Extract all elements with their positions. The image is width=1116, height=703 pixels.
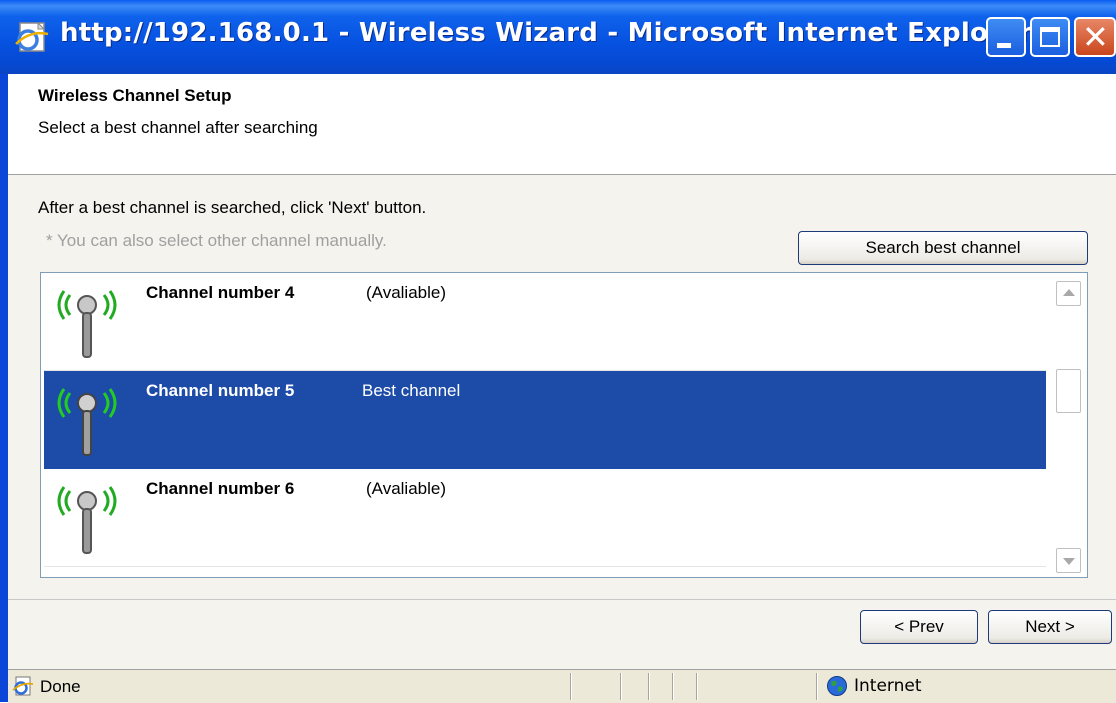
title-bar[interactable]: http://192.168.0.1 - Wireless Wizard - M… (0, 0, 1116, 74)
channel-row-selected[interactable]: Channel number 5 Best channel (44, 371, 1046, 469)
status-bar: Done Internet (8, 669, 1116, 703)
arrow-up-icon (1063, 289, 1075, 296)
minimize-button[interactable] (986, 17, 1026, 57)
channel-name: Channel number 4 (146, 283, 295, 302)
wizard-header: Wireless Channel Setup Select a best cha… (8, 74, 1116, 175)
minimize-icon (997, 43, 1011, 48)
prev-button[interactable]: < Prev (860, 610, 978, 644)
channel-status: (Avaliable) (366, 479, 447, 498)
close-button[interactable]: ✕ (1074, 17, 1116, 57)
status-divider (570, 673, 572, 700)
next-button[interactable]: Next > (988, 610, 1112, 644)
wizard-title: Wireless Channel Setup (38, 86, 232, 105)
search-best-channel-button[interactable]: Search best channel (798, 231, 1088, 265)
status-divider (696, 673, 698, 700)
window-title: http://192.168.0.1 - Wireless Wizard - M… (60, 18, 1032, 48)
channel-row[interactable]: Channel number 6 (Avaliable) (44, 469, 1046, 567)
channel-row[interactable]: Channel number 4 (Avaliable) (44, 273, 1046, 371)
wizard-footer: < Prev Next > (8, 599, 1116, 670)
wizard-content: After a best channel is searched, click … (8, 175, 1116, 599)
wireless-antenna-icon (57, 290, 117, 358)
wizard-subtitle: Select a best channel after searching (38, 118, 318, 137)
globe-icon (827, 676, 847, 696)
hint-text: * You can also select other channel manu… (46, 231, 387, 250)
wireless-antenna-icon (57, 388, 117, 456)
status-divider (620, 673, 622, 700)
channel-status: (Avaliable) (366, 283, 447, 302)
window-client-area: Wireless Channel Setup Select a best cha… (8, 74, 1116, 703)
channel-name: Channel number 5 (146, 381, 295, 400)
wireless-antenna-icon (57, 486, 117, 554)
status-divider (816, 673, 818, 700)
status-divider (672, 673, 674, 700)
scroll-up-button[interactable] (1056, 281, 1081, 306)
close-icon: ✕ (1082, 18, 1109, 56)
arrow-down-icon (1063, 558, 1075, 565)
status-text: Done (40, 677, 81, 696)
ie-page-icon (15, 21, 49, 52)
scroll-down-button[interactable] (1056, 548, 1081, 573)
maximize-button[interactable] (1030, 17, 1070, 57)
instruction-text: After a best channel is searched, click … (38, 198, 427, 217)
security-zone-text: Internet (854, 676, 922, 696)
ie-window: http://192.168.0.1 - Wireless Wizard - M… (0, 0, 1116, 703)
ie-page-icon (12, 676, 34, 696)
maximize-icon (1040, 27, 1060, 47)
status-divider (648, 673, 650, 700)
scrollbar-thumb[interactable] (1056, 369, 1081, 413)
channel-status: Best channel (362, 381, 461, 400)
channel-name: Channel number 6 (146, 479, 295, 498)
channel-list[interactable]: Channel number 4 (Avaliable) Channel num… (40, 272, 1088, 578)
